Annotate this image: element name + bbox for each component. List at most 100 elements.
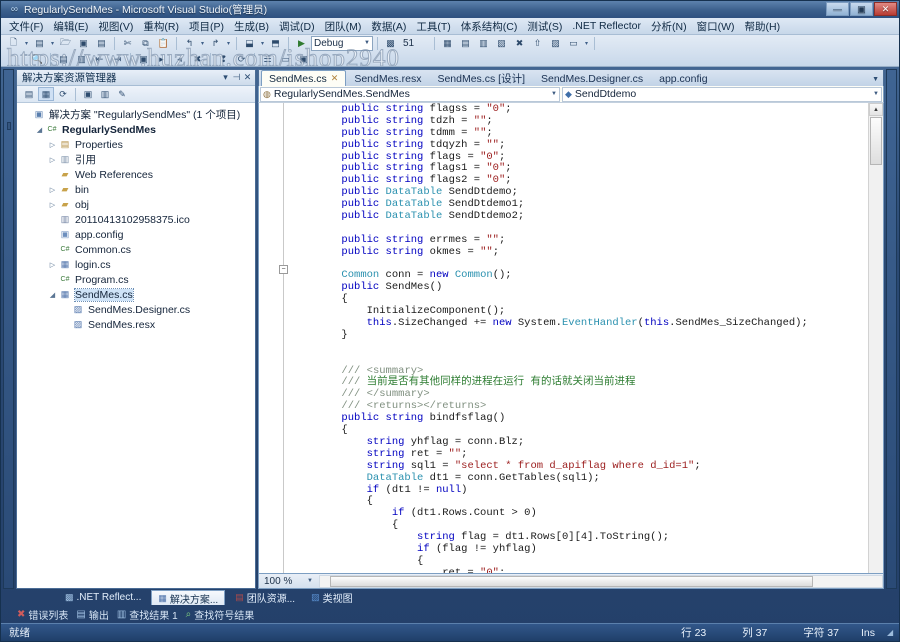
publish-icon[interactable]: ⇧ [529,36,546,51]
tree-collapsed-icon[interactable]: ▷ [47,156,58,164]
maximize-button[interactable]: ▣ [850,2,873,16]
tree-item[interactable]: ◢ C# RegularlySendMes [21,122,255,137]
toolbox-icon[interactable]: ▧ [493,36,510,51]
tab-list-chevron-down-icon[interactable]: ▼ [872,76,879,83]
menu-item-debug[interactable]: 调试(D) [274,18,320,35]
type-navigation-select[interactable]: ◍ RegularlySendMes.SendMes ▼ [260,86,560,102]
editor-tab[interactable]: SendMes.Designer.cs [533,70,651,86]
tree-item[interactable]: ▰ Web References [21,167,255,182]
tree-item[interactable]: ▷ ▦ login.cs [21,257,255,272]
view-code-icon[interactable]: ▣ [80,87,96,101]
clear-bookmarks-icon[interactable]: ✖ [189,52,206,67]
highlight-icon[interactable]: ▩ [382,36,399,51]
menu-item-net-reflector[interactable]: .NET Reflector [567,19,646,33]
list-members-icon[interactable]: ☰ [259,52,276,67]
tree-expanded-icon[interactable]: ◢ [47,291,58,299]
menu-item-tools[interactable]: 工具(T) [411,18,455,35]
tree-expanded-icon[interactable]: ◢ [34,126,45,134]
auto-hide-pin-icon[interactable]: ⊣ [231,72,242,83]
tree-item[interactable]: ▨ SendMes.Designer.cs [21,302,255,317]
toolbox-vertical-tab[interactable] [6,122,11,130]
editor-tab[interactable]: SendMes.resx [346,70,429,86]
menu-item-help[interactable]: 帮助(H) [739,18,785,35]
save-all-icon[interactable]: ▤ [93,36,110,51]
display-tags-icon[interactable]: ❢ [215,52,232,67]
editor-gutter[interactable]: − [259,103,291,573]
increase-indent-icon[interactable]: ⇥ [109,52,126,67]
menu-item-edit[interactable]: 编辑(E) [48,18,93,35]
tree-item[interactable]: ▷ ▥ 引用 [21,152,255,167]
uncomment-selection-icon[interactable]: ▥ [73,52,90,67]
refresh-icon[interactable]: ⟳ [55,87,71,101]
tree-collapsed-icon[interactable]: ▷ [47,186,58,194]
cut-icon[interactable]: ✄ [119,36,136,51]
scroll-thumb[interactable] [870,117,882,165]
tree-collapsed-icon[interactable]: ▷ [47,141,58,149]
add-item-icon[interactable]: ▤ [31,36,48,51]
open-file-icon[interactable]: 🗁 [57,36,74,51]
menu-item-file[interactable]: 文件(F) [4,18,48,35]
tree-item[interactable]: ▷ ▰ obj [21,197,255,212]
close-icon[interactable]: ✕ [331,73,339,84]
menu-item-test[interactable]: 测试(S) [522,18,567,35]
tree-item[interactable]: ▷ ▤ Properties [21,137,255,152]
close-icon[interactable]: ✕ [242,72,253,83]
chevron-down-icon[interactable]: ▾ [220,72,231,83]
other-windows-icon[interactable]: ▭ [565,36,582,51]
bottom-dock-tab[interactable]: ⌕ 查找符号结果 [186,607,255,622]
close-button[interactable]: ✕ [874,2,897,16]
save-icon[interactable]: ▣ [75,36,92,51]
editor-tab[interactable]: SendMes.cs ✕ [261,70,347,86]
chevron-down-icon[interactable]: ▾ [259,36,266,51]
bottom-dock-tab[interactable]: ▩ .NET Reflect... [59,590,147,605]
comment-selection-icon[interactable]: ▤ [55,52,72,67]
sync-icon[interactable]: ⟳ [233,52,250,67]
bottom-dock-tab[interactable]: ▨ 类视图 [305,590,359,605]
view-class-diagram-icon[interactable]: ✎ [114,87,130,101]
tree-item[interactable]: ▣ 解决方案 "RegularlySendMes" (1 个项目) [21,107,255,122]
view-designer-icon[interactable]: ▥ [97,87,113,101]
next-bookmark-icon[interactable]: ▸ [153,52,170,67]
bottom-dock-tab[interactable]: ▤ 团队资源... [229,590,301,605]
previous-bookmark-icon[interactable]: ◂ [171,52,188,67]
member-navigation-select[interactable]: ◆ SendDtdemo ▼ [562,86,882,102]
menu-item-architecture[interactable]: 体系结构(C) [456,18,523,35]
code-text[interactable]: public string flagss = "0"; public strin… [291,103,868,573]
tree-item[interactable]: C# Common.cs [21,242,255,257]
solution-configuration-select[interactable]: Debug ▼ [311,35,373,51]
menu-item-window[interactable]: 窗口(W) [692,18,740,35]
chevron-down-icon[interactable]: ▼ [307,578,319,584]
class-view-icon[interactable]: ▨ [547,36,564,51]
editor-tab[interactable]: app.config [651,70,715,86]
menu-item-team[interactable]: 团队(M) [320,18,367,35]
insert-snippet-icon[interactable]: ▭ [277,52,294,67]
menu-item-refactor[interactable]: 重构(R) [138,18,184,35]
start-debugging-icon[interactable]: ▶ [293,36,310,51]
menu-item-project[interactable]: 项目(P) [184,18,229,35]
zoom-level[interactable]: 100 % [259,576,307,587]
menu-item-view[interactable]: 视图(V) [93,18,138,35]
copy-icon[interactable]: ⧉ [137,36,154,51]
tree-item[interactable]: ▣ app.config [21,227,255,242]
properties-icon[interactable]: ▤ [21,87,37,101]
editor-tab[interactable]: SendMes.cs [设计] [429,70,533,86]
tree-collapsed-icon[interactable]: ▷ [47,261,58,269]
chevron-down-icon[interactable]: ▾ [49,36,56,51]
menu-item-build[interactable]: 生成(B) [229,18,274,35]
navigate-backward-icon[interactable]: ⬓ [241,36,258,51]
menu-item-analyze[interactable]: 分析(N) [646,18,692,35]
bottom-dock-tab[interactable]: ▦ 解决方案... [151,590,226,606]
chevron-down-icon[interactable]: ▾ [199,36,206,51]
menu-item-data[interactable]: 数据(A) [366,18,411,35]
navigate-forward-icon[interactable]: ⬒ [267,36,284,51]
outlining-collapse-icon[interactable]: − [279,265,288,274]
tree-collapsed-icon[interactable]: ▷ [47,201,58,209]
solution-explorer-icon[interactable]: ▦ [439,36,456,51]
decrease-indent-icon[interactable]: ⇤ [91,52,108,67]
scroll-thumb[interactable] [329,575,814,587]
tree-item[interactable]: ▥ 20110413102958375.ico [21,212,255,227]
tree-item[interactable]: ▷ ▰ bin [21,182,255,197]
solution-tree[interactable]: ▣ 解决方案 "RegularlySendMes" (1 个项目) ◢ C# Regul… [17,103,255,588]
find-in-files-icon[interactable]: 🔍 [29,52,46,67]
chevron-down-icon[interactable]: ▾ [225,36,232,51]
